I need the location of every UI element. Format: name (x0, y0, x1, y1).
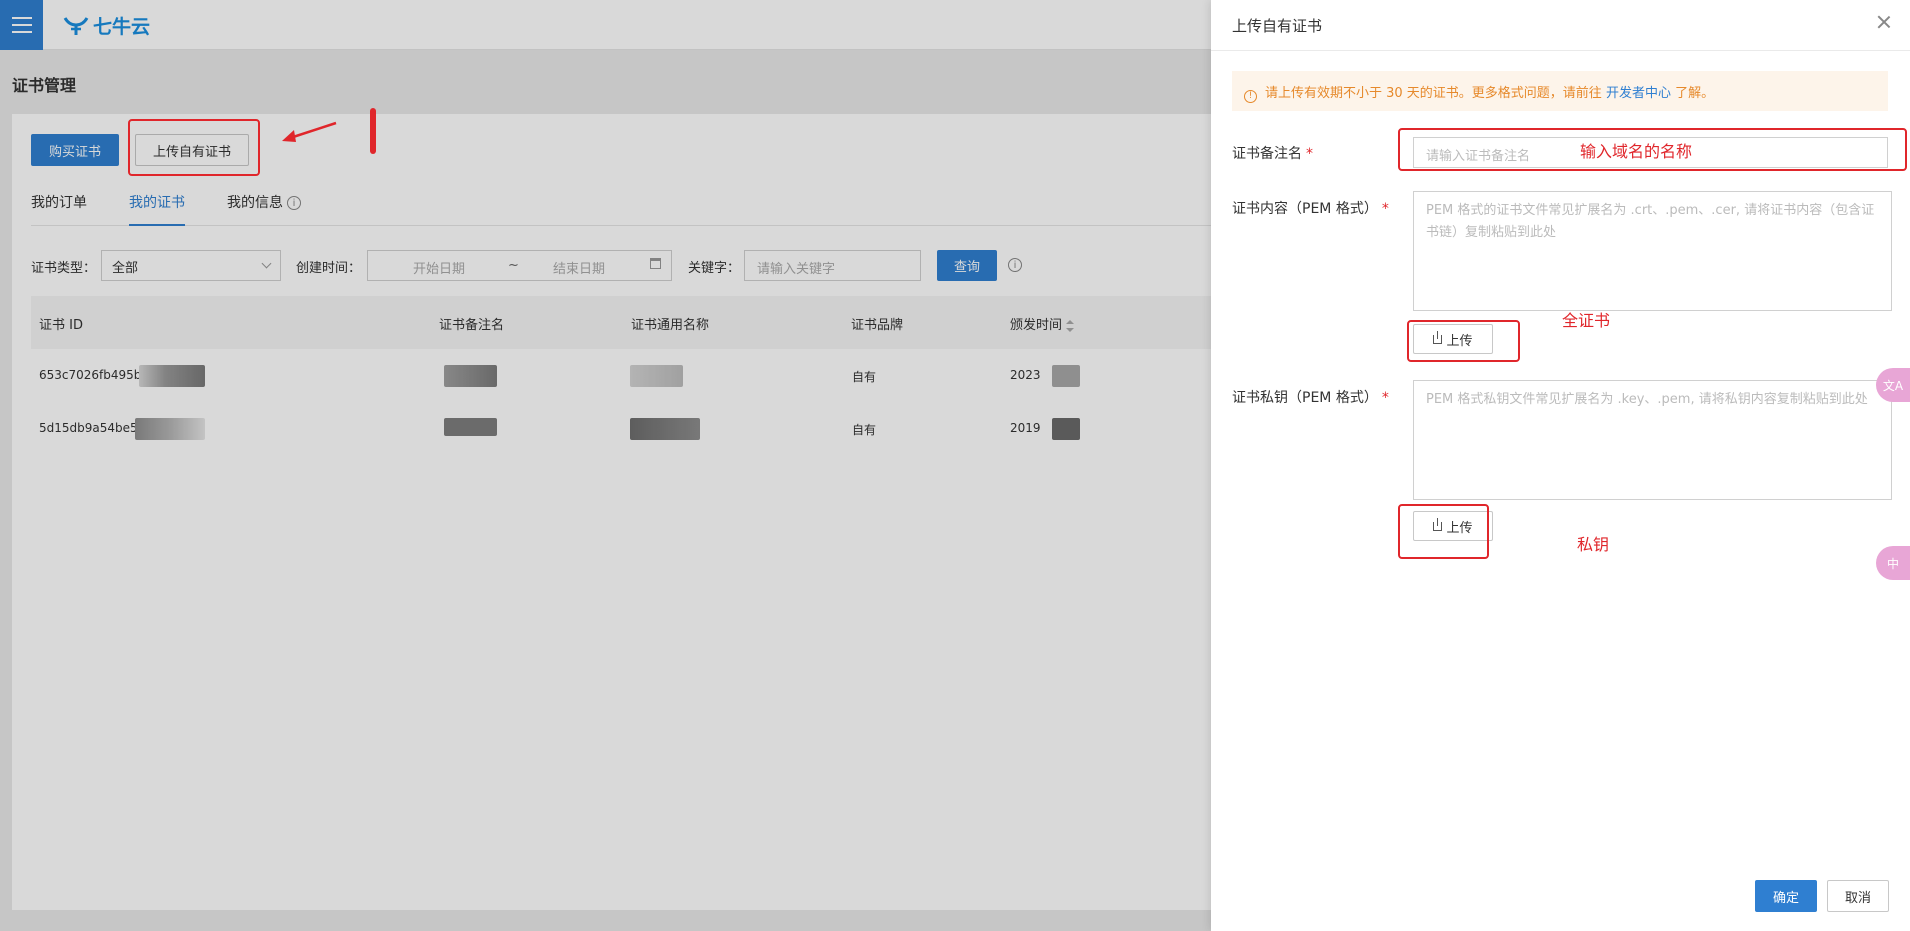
cert-content-label: 证书内容（PEM 格式） * (1232, 201, 1389, 217)
private-key-textarea[interactable]: PEM 格式私钥文件常见扩展名为 .key、.pem, 请将私钥内容复制粘贴到此… (1413, 380, 1892, 500)
ime-widget-icon[interactable]: 中 (1876, 546, 1910, 580)
private-key-label: 证书私钥（PEM 格式） * (1232, 390, 1389, 406)
divider (1211, 50, 1910, 51)
developer-center-link[interactable]: 开发者中心 (1606, 86, 1671, 101)
annotation-box-key (1398, 504, 1489, 559)
required-mark: * (1306, 146, 1313, 162)
annotation-name-hint: 输入域名的名称 (1580, 142, 1693, 161)
upload-certificate-drawer: 上传自有证书 ! 请上传有效期不小于 30 天的证书。更多格式问题，请前往 开发者… (1211, 0, 1910, 931)
close-icon[interactable] (1876, 14, 1892, 30)
alert-notice: ! 请上传有效期不小于 30 天的证书。更多格式问题，请前往 开发者中心 了解。 (1232, 71, 1888, 111)
required-mark: * (1381, 390, 1389, 406)
warning-icon: ! (1244, 89, 1257, 103)
annotation-cert-hint: 全证书 (1562, 311, 1611, 330)
cert-name-label: 证书备注名 * (1232, 146, 1313, 162)
alert-tail: 了解。 (1675, 86, 1715, 101)
alert-text: 请上传有效期不小于 30 天的证书。更多格式问题，请前往 (1265, 86, 1602, 101)
annotation-bar (370, 108, 376, 154)
translate-widget-icon[interactable]: 文A (1876, 368, 1910, 402)
annotation-box-upload (128, 119, 260, 176)
confirm-button[interactable]: 确定 (1755, 880, 1817, 912)
cancel-button[interactable]: 取消 (1827, 880, 1889, 912)
required-mark: * (1381, 201, 1389, 217)
annotation-key-hint: 私钥 (1577, 535, 1610, 554)
cert-content-textarea[interactable]: PEM 格式的证书文件常见扩展名为 .crt、.pem、.cer, 请将证书内容… (1413, 191, 1892, 311)
annotation-arrow-icon (282, 121, 337, 142)
drawer-title: 上传自有证书 (1232, 17, 1323, 35)
annotation-box-cert (1407, 320, 1520, 362)
